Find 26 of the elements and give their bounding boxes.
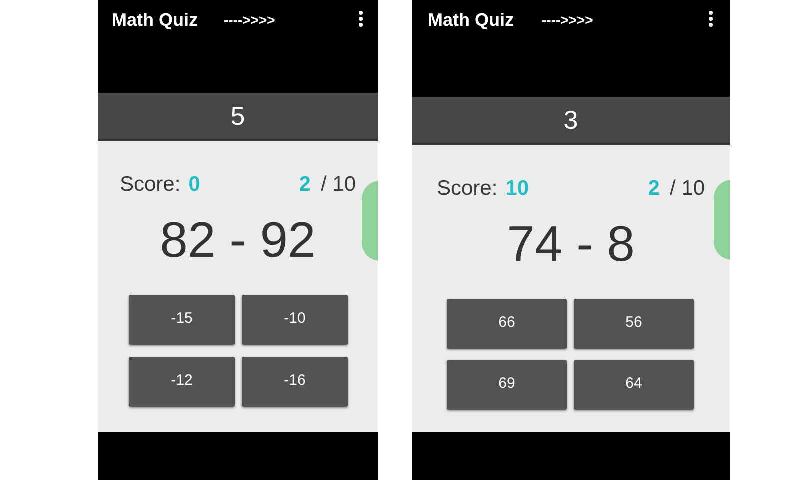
question-number: 2 [299, 172, 311, 198]
question-total: / 10 [320, 172, 356, 198]
score-value: 10 [506, 176, 530, 202]
arrow-text: ---->>>> [542, 11, 594, 30]
answer-button[interactable]: 66 [447, 298, 567, 348]
menu-icon[interactable] [358, 9, 364, 29]
score-label: Score: [120, 172, 181, 198]
score-value: 0 [188, 172, 200, 198]
math-problem: 82 - 92 [160, 210, 316, 270]
question-number: 2 [648, 176, 660, 202]
app-title: Math Quiz [112, 9, 198, 31]
arrow-text: ---->>>> [224, 11, 276, 30]
answer-button[interactable]: -10 [242, 294, 348, 344]
answer-button[interactable]: 69 [447, 360, 567, 410]
math-problem: 74 - 8 [507, 214, 635, 274]
answer-button[interactable]: 64 [574, 360, 694, 410]
timer-text: 3 [564, 107, 578, 133]
timer-text: 5 [230, 103, 246, 129]
answer-button[interactable]: -15 [129, 294, 235, 344]
answer-button[interactable]: -12 [129, 356, 235, 406]
answer-button[interactable]: 56 [574, 298, 694, 348]
app-title: Math Quiz [428, 9, 514, 31]
answer-button[interactable]: -16 [242, 356, 348, 406]
question-total: / 10 [670, 176, 705, 202]
menu-icon[interactable] [708, 9, 714, 29]
score-label: Score: [437, 176, 498, 202]
